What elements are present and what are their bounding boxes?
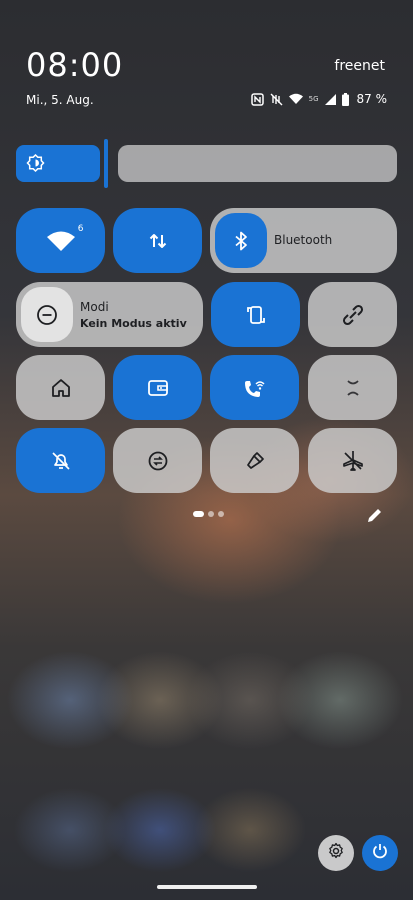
brightness-handle[interactable] — [104, 139, 108, 188]
brightness-auto-icon — [26, 153, 45, 177]
bluetooth-icon — [232, 231, 250, 251]
tile-hotspot[interactable] — [308, 355, 397, 420]
home-icon — [50, 377, 72, 399]
page-dot — [208, 511, 214, 517]
bluetooth-label: Bluetooth — [274, 233, 333, 247]
tile-mobile-data[interactable] — [113, 208, 202, 273]
nfc-icon — [250, 92, 264, 106]
wifi-icon: 6 — [46, 224, 84, 252]
hotspot-icon — [342, 377, 364, 399]
vibrate-off-icon — [270, 93, 283, 106]
page-dot-active — [193, 511, 204, 517]
tile-wifi[interactable]: 6 — [16, 208, 105, 273]
tile-airplane-mode[interactable] — [308, 428, 397, 493]
brightness-track[interactable] — [118, 145, 397, 182]
brightness-slider[interactable] — [16, 139, 397, 188]
airplane-off-icon — [341, 449, 365, 473]
battery-percent: 87 % — [356, 92, 388, 106]
gesture-nav-bar[interactable] — [157, 885, 257, 889]
page-dot — [218, 511, 224, 517]
dnd-icon — [36, 304, 58, 326]
autorotate-icon — [246, 304, 266, 326]
tile-bluetooth[interactable]: Bluetooth — [210, 208, 397, 273]
modes-status: Kein Modus aktiv — [80, 317, 187, 330]
link-icon — [341, 303, 365, 327]
tile-mute[interactable] — [16, 428, 105, 493]
wifi-calling-icon — [243, 377, 267, 399]
pencil-icon — [366, 509, 384, 528]
bluetooth-toggle[interactable] — [215, 213, 267, 268]
mobile-data-icon — [148, 231, 168, 251]
signal-icon — [324, 93, 336, 105]
gear-icon — [327, 842, 345, 864]
power-button[interactable] — [362, 835, 398, 871]
flashlight-icon — [244, 450, 266, 472]
data-saver-icon — [147, 450, 169, 472]
tile-home[interactable] — [16, 355, 105, 420]
network-type: 5G — [308, 95, 319, 103]
modes-label: Modi — [80, 300, 109, 314]
clock[interactable]: 08:00 — [26, 46, 123, 84]
wifi-status-icon — [288, 93, 303, 105]
wallet-icon — [147, 378, 169, 398]
tile-modes[interactable]: Modi Kein Modus aktiv — [16, 282, 203, 347]
page-indicator[interactable] — [193, 511, 224, 517]
battery-icon — [341, 92, 349, 106]
tile-wallet[interactable] — [113, 355, 202, 420]
wifi-6-badge: 6 — [77, 223, 84, 234]
modes-toggle[interactable] — [21, 287, 73, 342]
edit-tiles-button[interactable] — [366, 506, 384, 528]
tile-wifi-calling[interactable] — [210, 355, 299, 420]
status-icons: 5G 87 % — [250, 92, 388, 106]
settings-button[interactable] — [318, 835, 354, 871]
brightness-fill[interactable] — [16, 145, 100, 182]
power-icon — [371, 842, 389, 864]
carrier-name: freenet — [334, 58, 385, 74]
tile-flashlight[interactable] — [210, 428, 299, 493]
tile-shortcut[interactable] — [308, 282, 397, 347]
date[interactable]: Mi., 5. Aug. — [26, 93, 94, 107]
tile-data-saver[interactable] — [113, 428, 202, 493]
tile-autorotate[interactable] — [211, 282, 300, 347]
bell-off-icon — [50, 450, 72, 472]
